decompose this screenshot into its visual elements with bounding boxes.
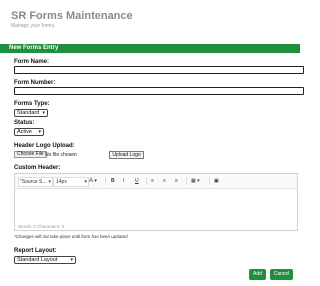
form-name-label: Form Name: (14, 59, 50, 65)
image-icon: ▣ (214, 178, 219, 184)
table-button[interactable]: ▦ ▾ (191, 177, 200, 185)
underline-button[interactable]: U (135, 177, 139, 185)
ordered-list-icon: ≡ (163, 178, 166, 184)
forms-type-label: Forms Type: (14, 101, 50, 107)
unordered-list-button[interactable]: ≡ (151, 177, 154, 185)
add-button[interactable]: Add (249, 269, 266, 280)
page-header: SR Forms Maintenance Manage your forms. (11, 10, 133, 29)
upload-logo-button[interactable]: Upload Logo (109, 151, 144, 159)
list-icon: ≡ (151, 178, 154, 184)
chevron-down-icon: ▾ (48, 179, 51, 185)
align-icon: ≡ (175, 178, 178, 184)
italic-button[interactable]: I (123, 177, 124, 185)
font-size-select[interactable]: 14px ▾ (53, 177, 89, 187)
toolbar-divider (105, 177, 106, 185)
cancel-button[interactable]: Cancel (270, 269, 293, 280)
bold-icon: B (111, 178, 115, 184)
editor-content-area[interactable] (15, 189, 297, 225)
form-number-input[interactable] (14, 87, 304, 95)
underline-icon: U (135, 178, 139, 184)
toolbar-divider (146, 177, 147, 185)
report-layout-select[interactable]: Standard Layout ▾ (14, 256, 76, 264)
file-status-text: No file chosen (45, 152, 77, 158)
rich-text-editor: "Source S... ▾ 14px ▾ A ▾ B I U ≡ ≡ ≡ ▦ … (14, 173, 298, 231)
report-layout-value: Standard Layout (17, 257, 58, 263)
font-family-value: "Source S... (20, 179, 47, 185)
bold-button[interactable]: B (111, 177, 115, 185)
status-label: Status: (14, 120, 35, 126)
panel-title-bar: New Forms Entry (0, 44, 300, 53)
editor-toolbar: "Source S... ▾ 14px ▾ A ▾ B I U ≡ ≡ ≡ ▦ … (15, 174, 297, 189)
chevron-down-icon: ▾ (84, 179, 87, 185)
align-button[interactable]: ≡ (175, 177, 178, 185)
italic-icon: I (123, 178, 125, 184)
custom-header-label: Custom Header: (14, 165, 61, 171)
ordered-list-button[interactable]: ≡ (163, 177, 166, 185)
forms-type-value: Standard (17, 110, 40, 116)
font-family-select[interactable]: "Source S... ▾ (18, 177, 53, 187)
header-logo-label: Header Logo Upload: (14, 143, 75, 149)
chevron-down-icon: ▾ (42, 110, 45, 116)
chevron-down-icon: ▾ (70, 257, 73, 263)
insert-image-button[interactable]: ▣ (214, 177, 219, 185)
form-name-input[interactable] (14, 66, 304, 74)
update-note: *Changes will not take place until form … (14, 234, 128, 239)
table-icon: ▦ (191, 178, 196, 184)
font-size-value: 14px (56, 179, 67, 185)
text-color-button[interactable]: A ▾ (89, 177, 103, 185)
choose-file-button[interactable]: Choose File (14, 151, 47, 158)
toolbar-divider (209, 177, 210, 185)
page-subtitle: Manage your forms. (11, 23, 56, 29)
word-count-text: Words: 0 Characters: 0 (18, 224, 65, 229)
text-color-icon: A (89, 178, 94, 184)
toolbar-divider (186, 177, 187, 185)
page-title: SR Forms Maintenance (11, 10, 133, 22)
forms-type-select[interactable]: Standard ▾ (14, 109, 48, 117)
status-value: Active (17, 129, 32, 135)
chevron-down-icon: ▾ (38, 129, 41, 135)
status-select[interactable]: Active ▾ (14, 128, 44, 136)
form-number-label: Form Number: (14, 80, 56, 86)
report-layout-label: Report Layout: (14, 248, 57, 254)
